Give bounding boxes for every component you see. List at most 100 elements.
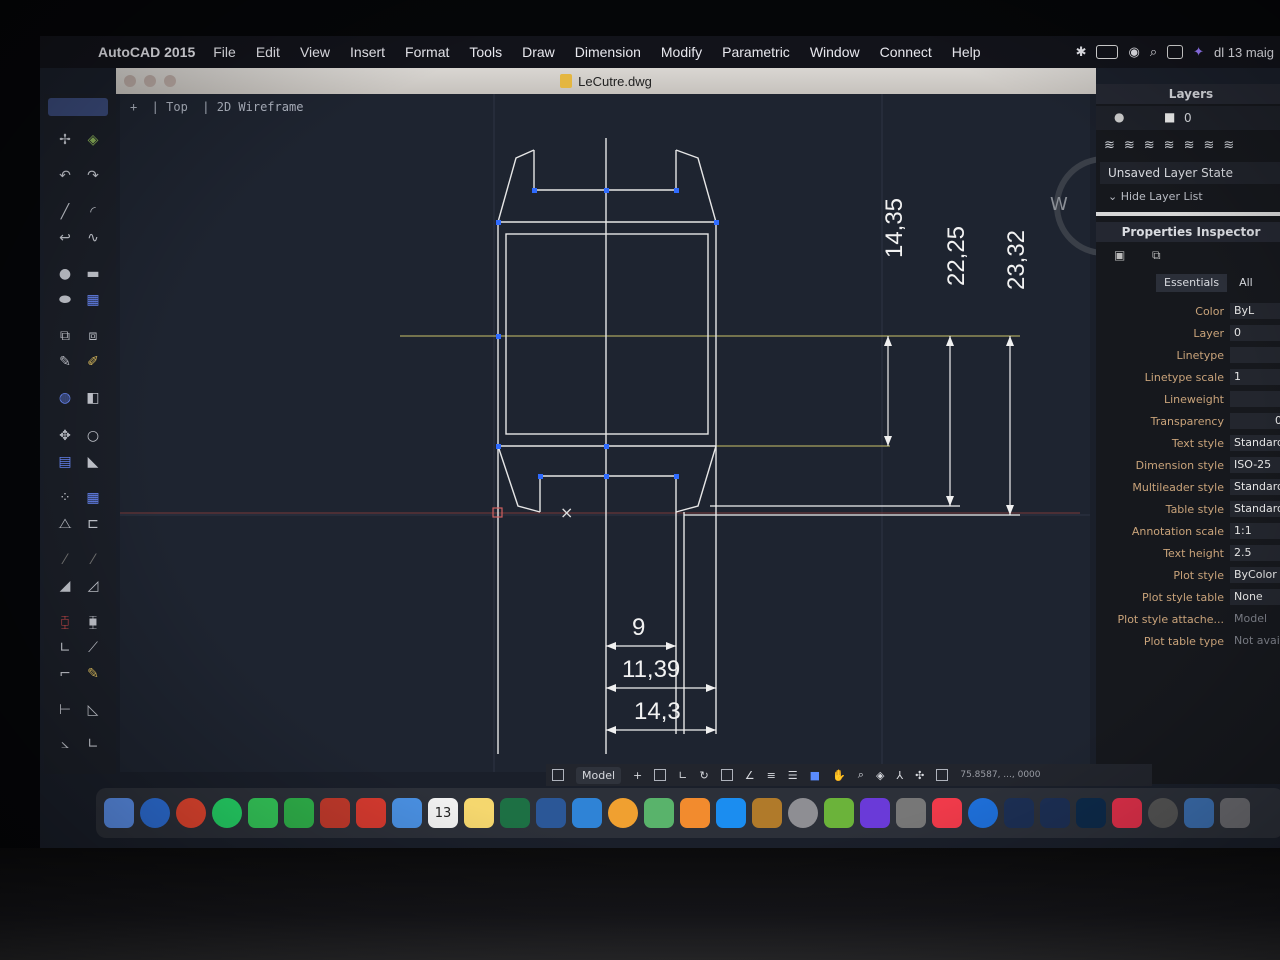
prop-row-linetype-scale[interactable]: Linetype scale 1	[1096, 368, 1280, 388]
current-layer-row[interactable]: ● ■ 0	[1096, 106, 1280, 130]
drawing-canvas[interactable]: + | Top | 2D Wireframe × 14,35 22,25 23,…	[120, 94, 1104, 772]
menu-clock[interactable]: dl 13 maig	[1214, 45, 1274, 60]
chrome-icon[interactable]	[176, 798, 206, 828]
menu-parametric[interactable]: Parametric	[722, 44, 790, 60]
word-icon[interactable]	[536, 798, 566, 828]
rotate-icon[interactable]: ○	[84, 428, 102, 444]
zoom-icon[interactable]: ⌕	[858, 768, 864, 782]
explode-icon[interactable]: ⧮	[56, 614, 74, 630]
photos-icon[interactable]	[608, 798, 638, 828]
menu-file[interactable]: File	[213, 44, 236, 60]
align-icon[interactable]: ⌐	[56, 666, 74, 682]
move-icon[interactable]: ✥	[56, 428, 74, 444]
excel-icon[interactable]	[500, 798, 530, 828]
window-title-bar[interactable]: LeCutre.dwg	[116, 68, 1096, 94]
lineweight-swatch[interactable]	[1230, 391, 1280, 407]
prop-value[interactable]: ByL	[1230, 303, 1280, 319]
quick-properties-icon[interactable]: ■	[810, 769, 820, 782]
prop-row-table-style[interactable]: Table style Standard	[1096, 500, 1280, 520]
crocodile-app-icon[interactable]	[824, 798, 854, 828]
prop-value[interactable]: Standard	[1230, 435, 1280, 451]
tab-all[interactable]: All	[1227, 274, 1265, 292]
menu-format[interactable]: Format	[405, 44, 449, 60]
polyline-icon[interactable]: ↩	[56, 230, 74, 246]
menu-draw[interactable]: Draw	[522, 44, 555, 60]
acrobat-icon[interactable]	[320, 798, 350, 828]
finder-icon[interactable]	[104, 798, 134, 828]
insert-block-icon[interactable]: ⧈	[84, 328, 102, 344]
linear-dimension-icon[interactable]: ⊢	[56, 702, 74, 718]
prop-row-text-height[interactable]: Text height 2.5	[1096, 544, 1280, 564]
mail-icon[interactable]	[392, 798, 422, 828]
lineweight-icon[interactable]: ☰	[788, 769, 798, 782]
array-icon[interactable]: ▦	[84, 490, 102, 506]
prop-value[interactable]: None	[1230, 589, 1280, 605]
maps-icon[interactable]	[644, 798, 674, 828]
aligned-dimension-icon[interactable]: ◺	[84, 702, 102, 718]
extend-icon[interactable]: ⁄	[84, 552, 102, 568]
grid-display-icon[interactable]	[552, 769, 564, 781]
properties-icon[interactable]: ▣	[1114, 248, 1125, 262]
dynamic-input-icon[interactable]: ≡	[767, 769, 776, 782]
undo-icon[interactable]: ↶	[56, 168, 74, 184]
screen-sharing-icon[interactable]	[1184, 798, 1214, 828]
prop-row-plot-style[interactable]: Plot style ByColor	[1096, 566, 1280, 586]
system-preferences-icon[interactable]	[788, 798, 818, 828]
prop-row-annotation-scale[interactable]: Annotation scale 1:1	[1096, 522, 1280, 542]
copy-icon[interactable]: ▤	[56, 454, 74, 470]
menu-connect[interactable]: Connect	[880, 44, 932, 60]
mirror-icon[interactable]: ⧍	[56, 516, 74, 532]
scale-icon[interactable]: ⁘	[56, 490, 74, 506]
globe-icon[interactable]: ◍	[56, 390, 74, 406]
block-icon[interactable]: ⧉	[56, 328, 74, 344]
pan-icon[interactable]: ✋	[832, 769, 846, 782]
prop-row-dimension-style[interactable]: Dimension style ISO-25	[1096, 456, 1280, 476]
ellipse-icon[interactable]: ⬬	[56, 292, 74, 308]
break-icon[interactable]: ∟	[56, 640, 74, 656]
grid-icon[interactable]	[654, 769, 667, 781]
control-center-icon[interactable]	[1167, 45, 1184, 59]
snap-icon[interactable]: +	[633, 769, 642, 782]
line-icon[interactable]: ╱	[56, 204, 74, 220]
layer-color-swatch[interactable]: ■	[1164, 110, 1175, 124]
ortho-icon[interactable]: ∟	[678, 769, 687, 782]
lightroom-icon[interactable]	[1004, 798, 1034, 828]
imovie-icon[interactable]	[860, 798, 890, 828]
prop-row-layer[interactable]: Layer 0	[1096, 324, 1280, 344]
layer-state-dropdown[interactable]: Unsaved Layer State	[1100, 162, 1280, 184]
books-icon[interactable]	[680, 798, 710, 828]
menu-insert[interactable]: Insert	[350, 44, 385, 60]
layers-stack-icon[interactable]: ⧉	[1152, 248, 1161, 263]
prop-row-multileader-style[interactable]: Multileader style Standard	[1096, 478, 1280, 498]
viewcube-compass-w[interactable]: W	[1050, 194, 1068, 215]
ordinate-icon[interactable]: ⦣	[56, 736, 74, 752]
clean-screen-icon[interactable]	[936, 769, 949, 781]
close-button[interactable]	[124, 75, 136, 87]
prop-value[interactable]: 2.5	[1230, 545, 1280, 561]
photoshop-icon[interactable]	[1076, 798, 1106, 828]
edit-polyline-icon[interactable]: ✎	[84, 666, 102, 682]
bluetooth-icon[interactable]: ✱	[1076, 44, 1087, 60]
whatsapp-icon[interactable]	[212, 798, 242, 828]
select-mode-dropdown[interactable]	[48, 98, 108, 116]
menu-view[interactable]: View	[300, 44, 330, 60]
preview-icon[interactable]	[896, 798, 926, 828]
menu-window[interactable]: Window	[810, 44, 860, 60]
tab-essentials[interactable]: Essentials	[1156, 274, 1228, 292]
siri-icon[interactable]: ✦	[1193, 44, 1204, 60]
trash-icon[interactable]	[1220, 798, 1250, 828]
brush-icon[interactable]: ✐	[84, 354, 102, 370]
prop-row-lineweight[interactable]: Lineweight	[1096, 390, 1280, 410]
calendar-icon[interactable]: 13	[428, 798, 458, 828]
fillet-icon[interactable]: ◢	[56, 578, 74, 594]
prop-value[interactable]: ISO-25	[1230, 457, 1280, 473]
layer-visibility-icon[interactable]: ●	[1114, 110, 1124, 124]
prop-row-text-style[interactable]: Text style Standard	[1096, 434, 1280, 454]
search-icon[interactable]: ⌕	[1150, 44, 1157, 60]
selection-grips[interactable]	[496, 188, 719, 479]
linetype-swatch[interactable]	[1230, 347, 1280, 363]
prop-row-linetype[interactable]: Linetype	[1096, 346, 1280, 366]
workspace-icon[interactable]: ✣	[915, 769, 924, 782]
music-icon[interactable]	[932, 798, 962, 828]
minimize-button[interactable]	[144, 75, 156, 87]
